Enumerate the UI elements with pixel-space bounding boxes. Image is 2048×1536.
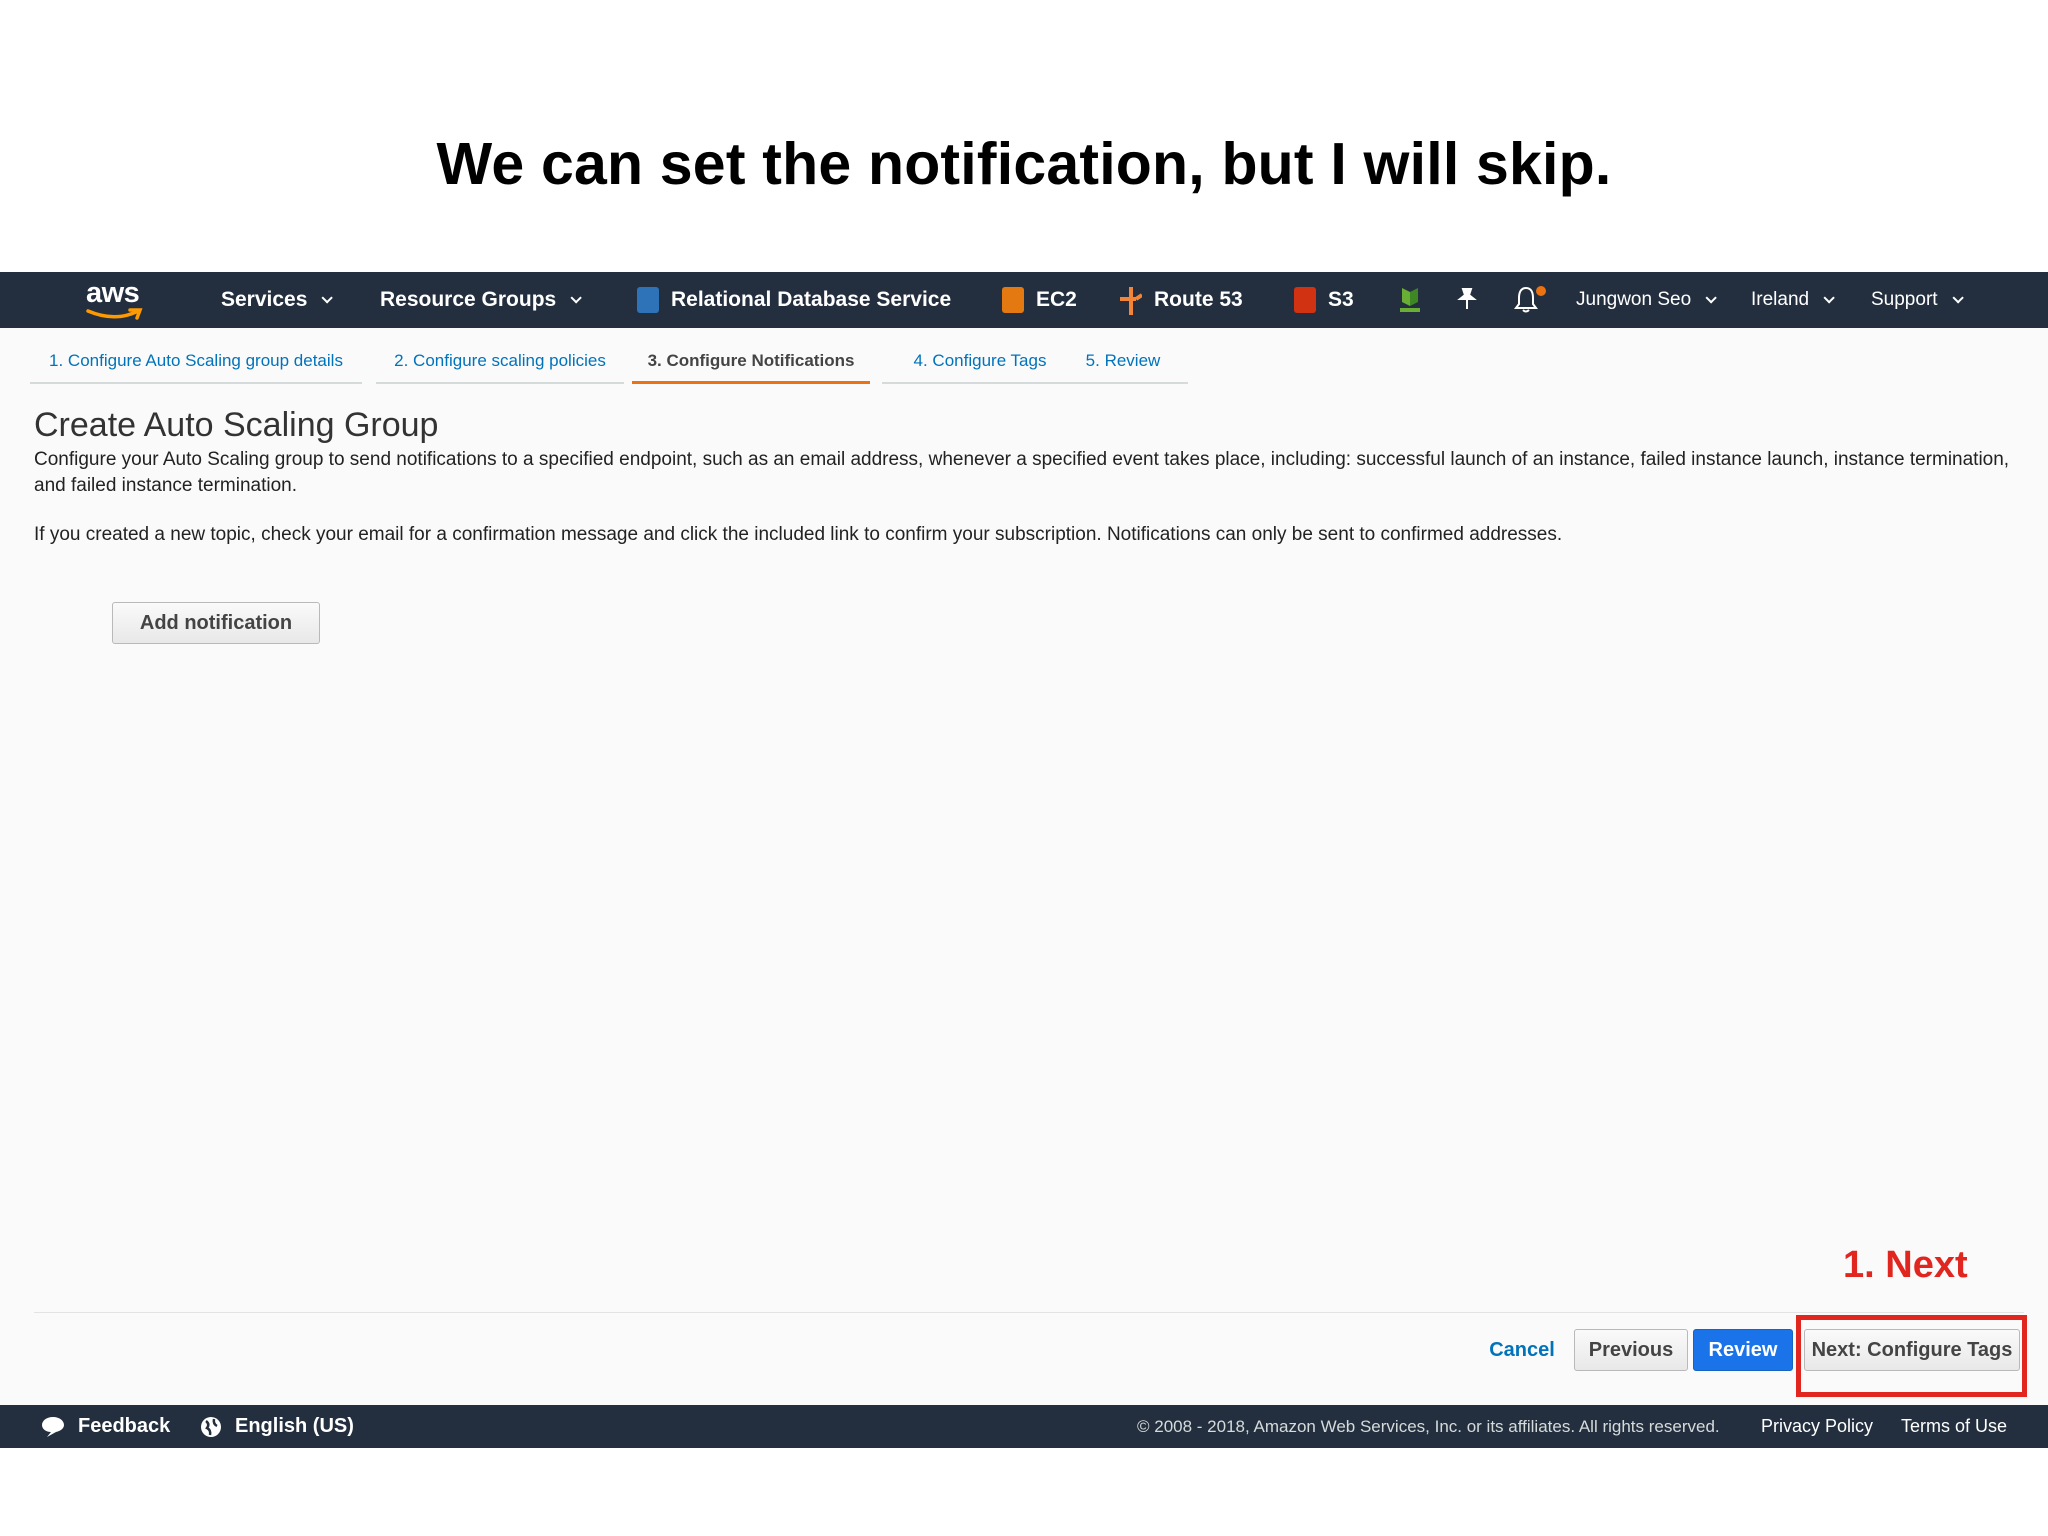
tab-configure-tags[interactable]: 4. Configure Tags bbox=[882, 340, 1078, 384]
annotation-label: 1. Next bbox=[1843, 1244, 1968, 1286]
previous-button[interactable]: Previous bbox=[1574, 1329, 1688, 1371]
tab-configure-details[interactable]: 1. Configure Auto Scaling group details bbox=[30, 340, 362, 384]
smile-arrow-icon bbox=[86, 308, 143, 320]
console-footer: Feedback English (US) © 2008 - 2018, Ama… bbox=[0, 1405, 2048, 1448]
resource-groups-menu[interactable]: Resource Groups bbox=[380, 272, 582, 328]
user-menu[interactable]: Jungwon Seo bbox=[1576, 272, 1717, 328]
terms-of-use-link[interactable]: Terms of Use bbox=[1901, 1405, 2007, 1448]
confirmation-note: If you created a new topic, check your e… bbox=[34, 524, 1563, 545]
chevron-down-icon bbox=[570, 292, 582, 304]
chevron-down-icon bbox=[1705, 292, 1717, 304]
ec2-icon bbox=[1002, 287, 1024, 313]
top-nav: aws Services Resource Groups Relational … bbox=[0, 272, 2048, 328]
page-description: Configure your Auto Scaling group to sen… bbox=[34, 449, 2010, 496]
globe-icon bbox=[201, 1416, 221, 1437]
shortcut-ec2[interactable]: EC2 bbox=[1002, 272, 1077, 328]
speech-bubble-icon bbox=[42, 1416, 64, 1437]
support-menu[interactable]: Support bbox=[1871, 272, 1964, 328]
annotation-highlight-box bbox=[1796, 1315, 2027, 1397]
bell-icon[interactable] bbox=[1514, 284, 1548, 314]
shortcut-s3[interactable]: S3 bbox=[1294, 272, 1354, 328]
slide-title: We can set the notification, but I will … bbox=[436, 131, 1612, 197]
shortcut-rds[interactable]: Relational Database Service bbox=[637, 272, 951, 328]
tab-review[interactable]: 5. Review bbox=[1058, 340, 1188, 384]
elastic-beanstalk-icon[interactable] bbox=[1398, 286, 1422, 314]
region-menu[interactable]: Ireland bbox=[1751, 272, 1835, 328]
services-menu[interactable]: Services bbox=[221, 272, 334, 328]
tab-scaling-policies[interactable]: 2. Configure scaling policies bbox=[376, 340, 624, 384]
route53-icon bbox=[1120, 287, 1144, 315]
s3-icon bbox=[1294, 287, 1316, 313]
chevron-down-icon bbox=[1952, 292, 1964, 304]
console-screenshot: aws Services Resource Groups Relational … bbox=[0, 272, 2048, 1448]
divider bbox=[34, 1312, 2024, 1313]
language-selector[interactable]: English (US) bbox=[199, 1405, 354, 1448]
aws-logo[interactable]: aws bbox=[84, 277, 148, 323]
chevron-down-icon bbox=[1823, 292, 1835, 304]
pin-icon[interactable] bbox=[1457, 288, 1477, 310]
privacy-policy-link[interactable]: Privacy Policy bbox=[1761, 1405, 1873, 1448]
tab-configure-notifications[interactable]: 3. Configure Notifications bbox=[632, 340, 870, 384]
copyright-text: © 2008 - 2018, Amazon Web Services, Inc.… bbox=[1137, 1416, 1720, 1436]
chevron-down-icon bbox=[321, 292, 334, 304]
rds-icon bbox=[637, 287, 659, 313]
feedback-link[interactable]: Feedback bbox=[40, 1405, 170, 1448]
page-title: Create Auto Scaling Group bbox=[34, 406, 439, 444]
shortcut-route53[interactable]: Route 53 bbox=[1120, 272, 1243, 328]
add-notification-button[interactable]: Add notification bbox=[112, 602, 320, 644]
cancel-button[interactable]: Cancel bbox=[1472, 1329, 1572, 1371]
review-button[interactable]: Review bbox=[1693, 1329, 1793, 1371]
